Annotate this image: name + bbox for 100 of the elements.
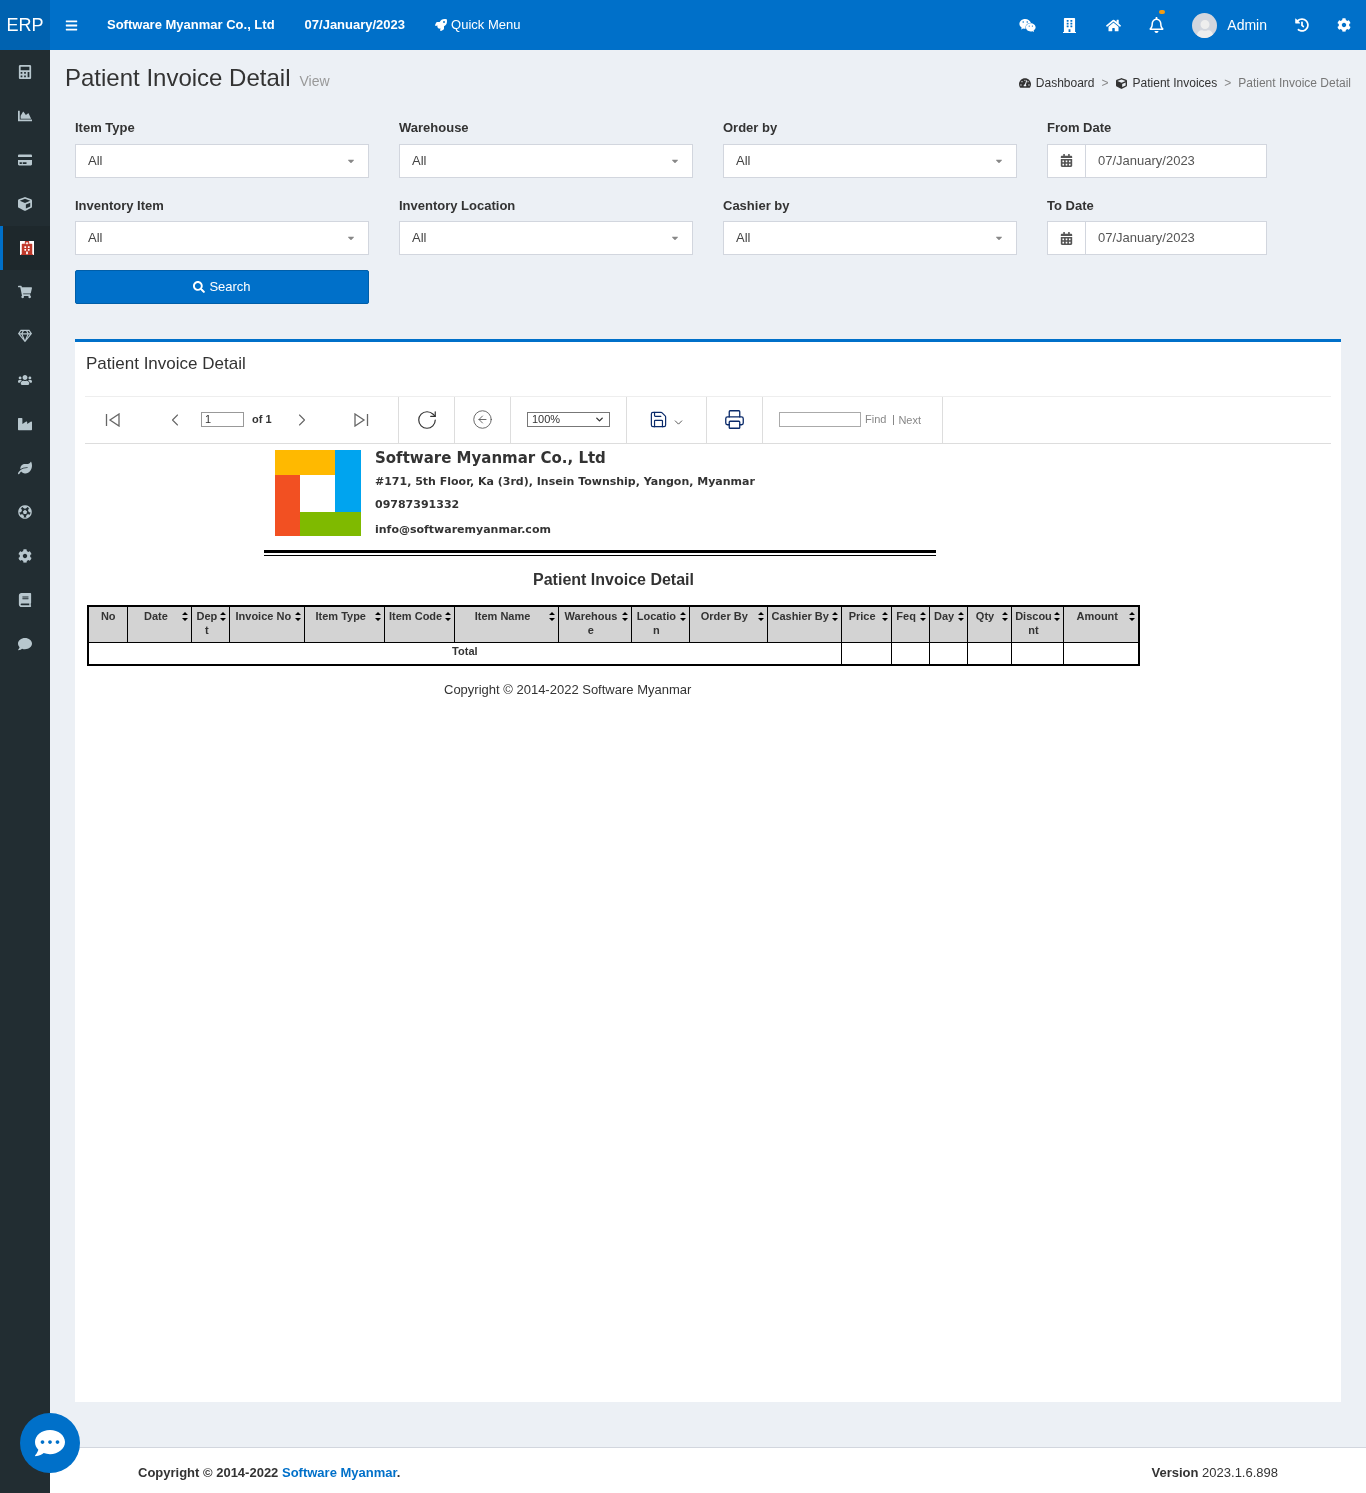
field-label: Inventory Location	[399, 196, 517, 215]
cube-icon	[18, 197, 32, 211]
version-text: Version 2023.1.6.898	[1151, 1464, 1278, 1483]
column-header[interactable]: Warehouse	[558, 606, 632, 642]
sort-icon[interactable]	[831, 612, 838, 621]
select-field[interactable]: All	[75, 221, 369, 255]
select-field[interactable]: All	[75, 143, 369, 178]
report-title: Patient Invoice Detail	[533, 570, 694, 590]
menu-icon[interactable]	[65, 18, 78, 32]
bell-icon[interactable]	[1149, 17, 1165, 33]
history-icon[interactable]	[1295, 18, 1309, 32]
cart-icon	[18, 285, 32, 299]
column-header[interactable]: Dept	[191, 606, 230, 642]
column-header[interactable]: Feq	[891, 606, 930, 642]
column-header[interactable]: Item Type	[304, 606, 385, 642]
refresh-icon[interactable]	[415, 408, 438, 431]
sort-icon[interactable]	[1001, 612, 1008, 621]
printer-icon[interactable]	[724, 409, 745, 430]
breadcrumb-separator: >	[1101, 75, 1109, 92]
page-title: Patient Invoice Detail	[65, 64, 291, 92]
area-chart-icon	[18, 109, 32, 123]
company-phone: 09787391332	[375, 497, 461, 513]
column-header[interactable]: Qty	[967, 606, 1011, 642]
column-header[interactable]: Date	[127, 606, 192, 642]
column-header[interactable]: No	[88, 606, 128, 642]
column-header[interactable]: Order By	[689, 606, 768, 642]
page-subtitle: View	[299, 72, 330, 91]
sort-icon[interactable]	[182, 612, 189, 621]
hospital-icon	[19, 241, 34, 255]
date-field[interactable]: 07/January/2023	[1047, 221, 1267, 255]
sort-icon[interactable]	[621, 612, 628, 621]
next-link[interactable]: Next	[893, 414, 922, 425]
column-header[interactable]: Amount	[1063, 606, 1139, 642]
gem-icon	[18, 329, 32, 343]
column-header[interactable]: Cashier By	[767, 606, 842, 642]
chevron-down-icon	[594, 414, 605, 425]
sidebar-item[interactable]	[0, 226, 50, 270]
back-icon[interactable]	[472, 409, 493, 430]
chat-icon[interactable]	[1019, 16, 1037, 34]
first-page-icon[interactable]	[105, 412, 121, 427]
sort-icon[interactable]	[757, 612, 764, 621]
select-field[interactable]: All	[399, 143, 693, 178]
rocket-icon	[435, 19, 448, 31]
column-header[interactable]: Item Code	[384, 606, 455, 642]
sort-icon[interactable]	[295, 612, 302, 621]
page-count: of 1	[252, 412, 272, 428]
column-header[interactable]: Invoice No	[229, 606, 305, 642]
book-icon	[18, 593, 32, 607]
sort-icon[interactable]	[375, 612, 382, 621]
chat-bubble-icon	[35, 1428, 65, 1458]
column-header[interactable]: Price	[841, 606, 892, 642]
breadcrumb-separator: >	[1224, 75, 1232, 92]
column-header[interactable]: Item Name	[454, 606, 559, 642]
sort-icon[interactable]	[220, 612, 227, 621]
building-icon[interactable]	[1063, 17, 1077, 33]
column-header[interactable]: Discount	[1011, 606, 1064, 642]
sort-icon[interactable]	[679, 612, 686, 621]
select-field[interactable]: All	[399, 221, 693, 255]
home-icon[interactable]	[1106, 17, 1122, 33]
field-label: From Date	[1047, 119, 1113, 137]
factory-icon	[18, 417, 32, 431]
users-icon	[18, 373, 32, 387]
sort-icon[interactable]	[1129, 612, 1135, 621]
select-field[interactable]: All	[723, 221, 1017, 255]
column-header[interactable]: Day	[929, 606, 968, 642]
field-label: Warehouse	[399, 119, 470, 137]
breadcrumb-link[interactable]: Dashboard	[1035, 74, 1095, 92]
panel-title: Patient Invoice Detail	[85, 342, 1331, 397]
calendar-icon	[1060, 154, 1073, 167]
date-field[interactable]: 07/January/2023	[1047, 143, 1267, 178]
field-label: Item Type	[75, 119, 136, 137]
company-name: Software Myanmar Co., Ltd	[375, 447, 607, 468]
leaf-icon	[18, 461, 32, 475]
select-field[interactable]: All	[723, 143, 1017, 178]
last-page-icon[interactable]	[352, 412, 369, 427]
breadcrumb-link[interactable]: Patient Invoices	[1132, 74, 1218, 92]
search-button[interactable]: Search	[75, 270, 369, 304]
save-icon[interactable]	[648, 410, 668, 429]
company-address: #171, 5th Floor, Ka (3rd), Insein Township, Yangon, Myanmar	[375, 473, 755, 490]
sort-icon[interactable]	[1054, 612, 1061, 621]
user-name[interactable]: Admin	[1227, 14, 1267, 36]
avatar[interactable]	[1192, 12, 1218, 38]
field-label: Inventory Item	[75, 196, 165, 215]
settings-icon[interactable]	[1337, 18, 1351, 32]
sort-icon[interactable]	[881, 612, 888, 621]
credit-card-icon	[18, 153, 32, 167]
quick-menu-link[interactable]: Quick Menu	[435, 15, 521, 35]
sort-icon[interactable]	[548, 612, 555, 621]
footer-link[interactable]: Software Myanmar	[282, 1465, 397, 1481]
dashboard-icon	[1018, 77, 1031, 89]
find-field[interactable]	[779, 412, 861, 427]
sort-icon[interactable]	[445, 612, 452, 621]
find-link[interactable]: Find	[865, 411, 887, 428]
sort-icon[interactable]	[919, 612, 926, 621]
calendar-icon	[1060, 231, 1073, 245]
brand-logo[interactable]: ERP	[0, 0, 50, 50]
sort-icon[interactable]	[957, 612, 964, 621]
page-number-field[interactable]: 1	[201, 412, 244, 427]
column-header[interactable]: Location	[631, 606, 690, 642]
zoom-select[interactable]: 100%	[527, 412, 610, 427]
